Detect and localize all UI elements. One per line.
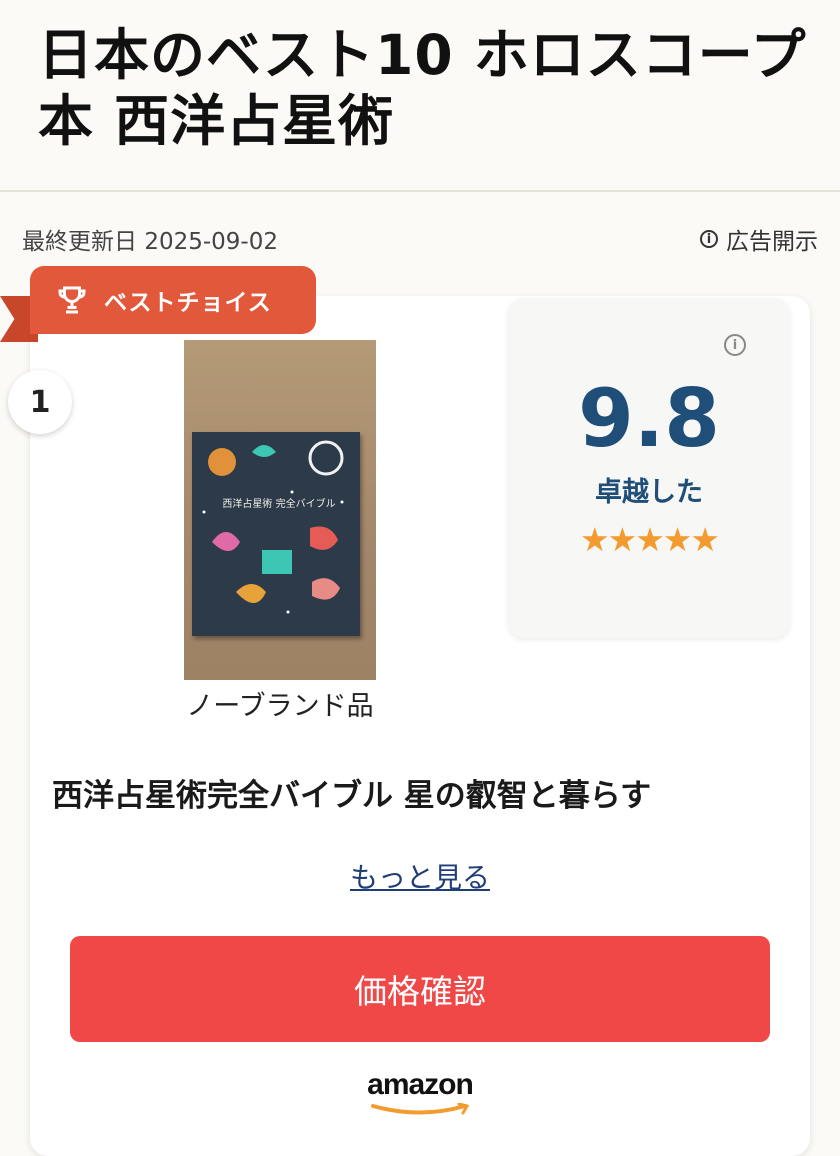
info-icon: i <box>700 230 718 248</box>
score-label: 卓越した <box>595 477 703 508</box>
ad-disclosure-link[interactable]: i 広告開示 <box>700 222 818 256</box>
book-cover: 西洋占星術 完全バイブル <box>192 432 360 636</box>
amazon-logo-text: amazon <box>367 1068 474 1101</box>
trophy-icon <box>58 286 86 314</box>
zodiac-illustration <box>202 440 344 614</box>
amazon-smile-icon <box>371 1102 470 1115</box>
page-title: 日本のベスト10 ホロスコープ 本 西洋占星術 <box>38 23 807 153</box>
brand-name: ノーブランド品 <box>186 691 374 722</box>
badge-label: ベストチョイス <box>104 290 272 316</box>
see-more-link[interactable]: もっと見る <box>0 856 840 896</box>
check-price-button[interactable]: 価格確認 <box>70 936 770 1042</box>
last-updated-date: 2025-09-02 <box>144 229 278 255</box>
product-title: 西洋占星術完全バイブル 星の叡智と暮らす <box>52 778 652 814</box>
header-divider <box>0 190 840 192</box>
book-cover-title: 西洋占星術 完全バイブル <box>222 499 336 510</box>
best-choice-badge: ベストチョイス <box>30 266 316 334</box>
amazon-logo: amazon <box>0 1068 840 1121</box>
score-value: 9.8 <box>578 372 720 465</box>
product-image[interactable]: 西洋占星術 完全バイブル <box>184 340 376 680</box>
star-rating: ★★★★★ <box>580 520 720 559</box>
last-updated-label: 最終更新日 <box>22 229 137 255</box>
rank-number: 1 <box>8 370 72 434</box>
score-info-icon[interactable]: i <box>724 334 746 356</box>
last-updated: 最終更新日 2025-09-02 <box>22 222 278 256</box>
ad-disclosure-label: 広告開示 <box>726 229 818 255</box>
score-panel: i 9.8 卓越した ★★★★★ <box>508 298 790 638</box>
